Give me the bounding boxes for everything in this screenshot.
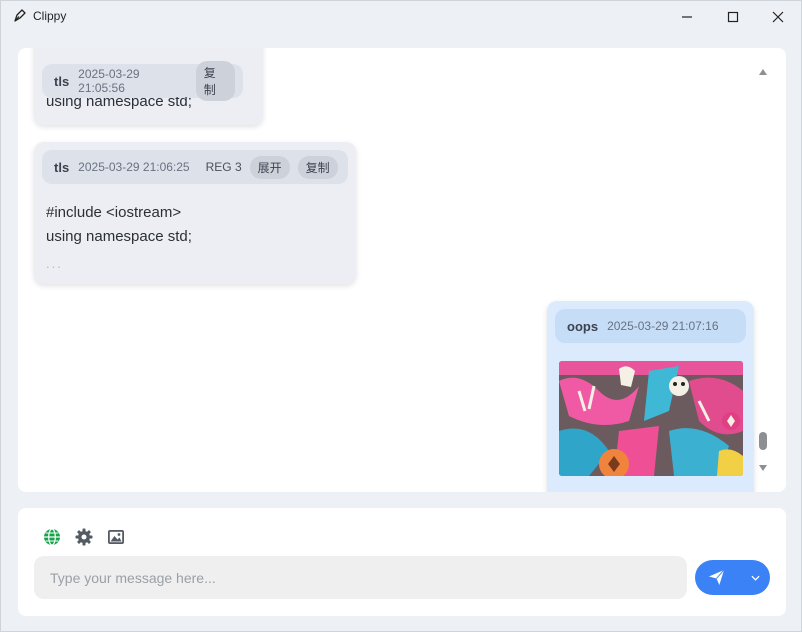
message-header: oops 2025-03-29 21:07:16 — [555, 309, 746, 343]
message-author: oops — [567, 318, 599, 334]
copy-button[interactable]: 复制 — [195, 61, 235, 101]
scroll-down-arrow-icon[interactable] — [758, 464, 768, 472]
close-button[interactable] — [755, 1, 801, 32]
message-author: tls — [54, 73, 70, 89]
paper-plane-icon — [708, 569, 724, 586]
globe-icon[interactable] — [43, 528, 61, 546]
message-author: tls — [54, 159, 70, 175]
message-header: tls 2025-03-29 21:05:56 复制 — [42, 61, 243, 101]
message-text: #include <iostream> using namespace std; — [46, 204, 192, 245]
scrollbar-thumb[interactable] — [759, 432, 767, 450]
message-input[interactable] — [34, 556, 687, 599]
truncation-ellipsis: ... — [46, 256, 63, 271]
message-header: tls 2025-03-29 21:06:25 REG 3 展开 复制 — [42, 150, 348, 184]
window-title: Clippy — [33, 9, 67, 23]
send-button[interactable] — [695, 560, 737, 595]
chevron-down-icon — [751, 575, 760, 581]
composer-panel — [18, 508, 786, 616]
message-bubble: tls 2025-03-29 21:06:25 REG 3 展开 复制 #inc… — [34, 142, 356, 284]
gear-icon[interactable] — [75, 528, 93, 546]
send-options-dropdown[interactable] — [741, 560, 770, 595]
scroll-up-arrow-icon[interactable] — [758, 68, 768, 76]
chat-history[interactable]: tls 2025-03-29 21:05:56 复制 using namespa… — [18, 48, 786, 492]
send-button-group — [695, 560, 770, 595]
minimize-icon — [682, 15, 692, 18]
message-bubble: tls 2025-03-29 21:05:56 复制 using namespa… — [34, 48, 263, 125]
minimize-button[interactable] — [664, 1, 710, 32]
message-timestamp: 2025-03-29 21:05:56 — [78, 67, 140, 95]
maximize-button[interactable] — [710, 1, 756, 32]
expand-button[interactable]: 展开 — [249, 155, 290, 179]
title-bar[interactable]: Clippy — [1, 1, 801, 32]
chat-scrollbar[interactable] — [756, 66, 770, 476]
pen-nib-icon — [12, 9, 26, 23]
register-label: REG 3 — [205, 160, 242, 174]
message-timestamp: 2025-03-29 21:07:16 — [607, 319, 719, 333]
app-window: Clippy tls 2025-03-29 21:05:56 复制 using … — [0, 0, 802, 632]
message-timestamp: 2025-03-29 21:06:25 — [78, 160, 190, 174]
maximize-icon — [727, 11, 739, 22]
image-icon[interactable] — [107, 528, 125, 546]
close-icon — [772, 11, 784, 22]
copy-button[interactable]: 复制 — [297, 155, 338, 179]
graffiti-image[interactable] — [559, 361, 743, 476]
